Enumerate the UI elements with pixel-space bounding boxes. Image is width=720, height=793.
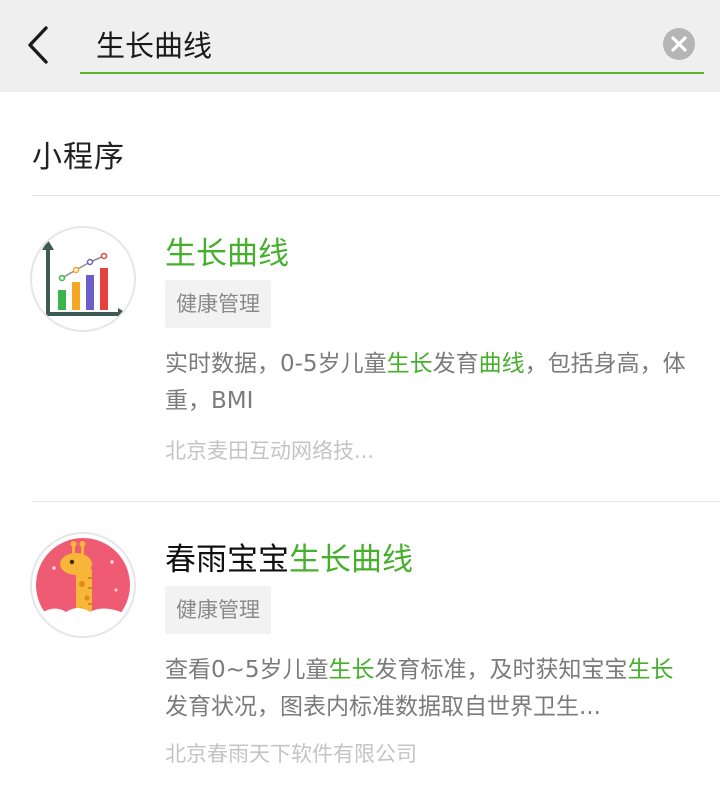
developer-name: 北京春雨天下软件有限公司 <box>165 742 417 766</box>
result-item[interactable]: 春雨宝宝生长曲线 健康管理 查看0~5岁儿童生长发育标准，及时获知宝宝生长发育状… <box>0 502 720 793</box>
clear-search-icon[interactable] <box>663 28 695 60</box>
result-item[interactable]: 生长曲线 健康管理 实时数据，0-5岁儿童生长发育曲线，包括身高，体重，BMI … <box>0 196 720 501</box>
result-description: 查看0~5岁儿童生长发育标准，及时获知宝宝生长发育状况，图表内标准数据取自世界卫… <box>165 652 695 726</box>
category-tag: 健康管理 <box>165 586 271 634</box>
growth-chart-app-icon <box>30 226 136 332</box>
desc-highlight: 生长 <box>386 351 433 377</box>
search-header <box>0 0 720 92</box>
result-title: 春雨宝宝生长曲线 <box>165 534 413 579</box>
result-description: 实时数据，0-5岁儿童生长发育曲线，包括身高，体重，BMI <box>165 346 695 420</box>
desc-text: 发育标准，及时获知宝宝 <box>374 657 628 683</box>
back-arrow-icon[interactable] <box>22 24 58 66</box>
result-title-highlight: 生长曲线 <box>165 236 289 272</box>
desc-highlight: 生长 <box>627 657 674 683</box>
giraffe-app-icon <box>30 532 136 638</box>
result-title: 生长曲线 <box>165 228 289 273</box>
desc-text: 查看0~5岁儿童 <box>165 657 329 683</box>
desc-highlight: 曲线 <box>478 351 525 377</box>
desc-highlight: 生长 <box>328 657 375 683</box>
search-field <box>80 20 704 74</box>
result-title-prefix: 春雨宝宝 <box>165 542 289 578</box>
developer-name: 北京麦田互动网络技... <box>165 439 375 463</box>
desc-text: 发育 <box>432 351 479 377</box>
category-tag: 健康管理 <box>165 280 271 328</box>
section-title-mini-programs: 小程序 <box>32 140 125 175</box>
desc-text: 实时数据，0-5岁儿童 <box>165 351 387 377</box>
search-input[interactable] <box>96 24 636 64</box>
result-title-highlight: 生长曲线 <box>289 542 413 578</box>
desc-text: 发育状况，图表内标准数据取自世界卫生... <box>165 694 601 720</box>
